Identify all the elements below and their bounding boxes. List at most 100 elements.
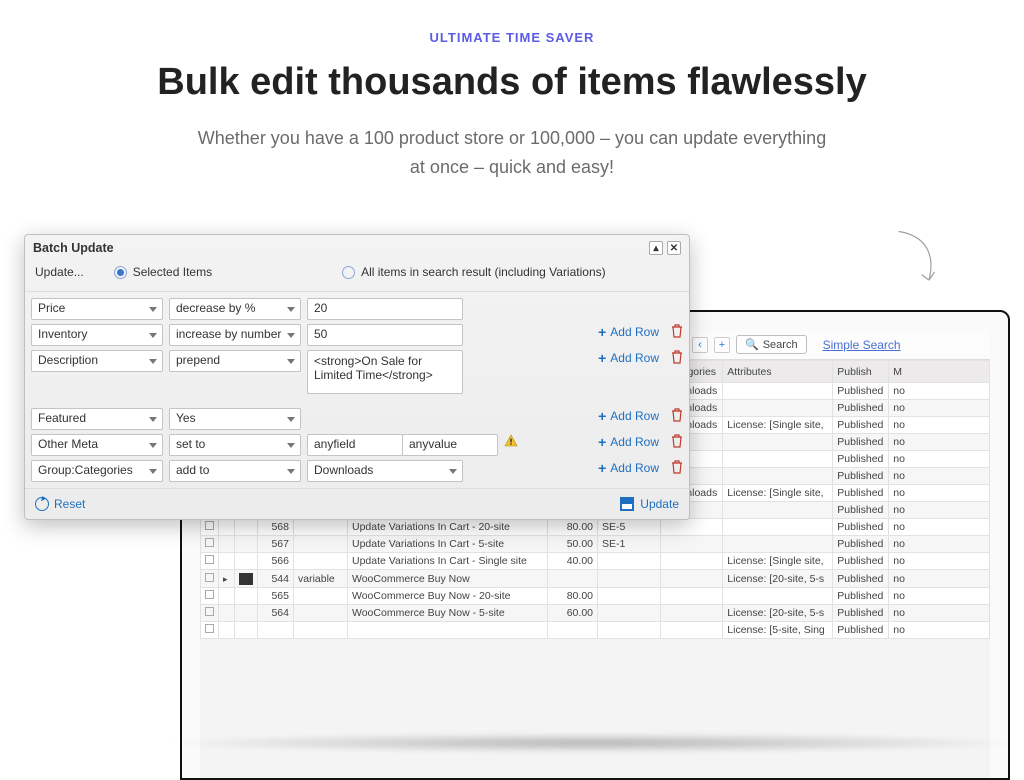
- cell-attr: [723, 451, 833, 468]
- reset-button[interactable]: Reset: [35, 497, 85, 511]
- rule-row: Featured Yes + Add Row: [31, 408, 683, 430]
- cell-type: [294, 536, 348, 553]
- operation-select[interactable]: Yes: [169, 408, 301, 430]
- update-button[interactable]: Update: [620, 497, 679, 511]
- field-select[interactable]: Price: [31, 298, 163, 320]
- cell-publish: Published: [833, 621, 889, 638]
- row-checkbox[interactable]: [201, 536, 219, 553]
- table-row[interactable]: 564WooCommerce Buy Now - 5-site60.00Lice…: [201, 604, 990, 621]
- cell-attr: [723, 502, 833, 519]
- field-select[interactable]: Featured: [31, 408, 163, 430]
- table-row[interactable]: 567Update Variations In Cart - 5-site50.…: [201, 536, 990, 553]
- add-icon[interactable]: +: [714, 337, 730, 353]
- cell-cat: [661, 570, 723, 587]
- table-row[interactable]: ▸544variableWooCommerce Buy NowLicense: …: [201, 570, 990, 587]
- cell-publish: Published: [833, 485, 889, 502]
- row-checkbox[interactable]: [201, 621, 219, 638]
- rule-row: Description prepend <strong>On Sale for Li…: [31, 350, 683, 394]
- add-row-button[interactable]: +Add Row: [598, 434, 659, 450]
- close-icon[interactable]: ✕: [667, 241, 681, 255]
- trash-icon[interactable]: [671, 324, 683, 338]
- trash-icon[interactable]: [671, 434, 683, 448]
- row-checkbox[interactable]: [201, 587, 219, 604]
- cell-m: no: [889, 570, 990, 587]
- row-checkbox[interactable]: [201, 570, 219, 587]
- cell-publish: Published: [833, 519, 889, 536]
- radio-all-items[interactable]: All items in search result (including Va…: [342, 265, 606, 279]
- row-expand[interactable]: [219, 536, 235, 553]
- meta-value-input[interactable]: anyvalue: [402, 434, 498, 456]
- cell-price: 40.00: [548, 553, 598, 570]
- cell-attr: License: [Single site,: [723, 417, 833, 434]
- table-row[interactable]: 566Update Variations In Cart - Single si…: [201, 553, 990, 570]
- trash-icon[interactable]: [671, 460, 683, 474]
- back-icon[interactable]: ‹: [692, 337, 708, 353]
- row-expand[interactable]: [219, 553, 235, 570]
- operation-select[interactable]: increase by number: [169, 324, 301, 346]
- field-select[interactable]: Inventory: [31, 324, 163, 346]
- field-select[interactable]: Group:Categories: [31, 460, 163, 482]
- cell-type: [294, 604, 348, 621]
- table-row[interactable]: 565WooCommerce Buy Now - 20-site80.00Pub…: [201, 587, 990, 604]
- page-subtitle: Whether you have a 100 product store or …: [192, 124, 832, 182]
- add-row-button[interactable]: +Add Row: [598, 460, 659, 476]
- radio-selected-items[interactable]: Selected Items: [114, 265, 212, 279]
- row-checkbox[interactable]: [201, 604, 219, 621]
- hero-section: ULTIMATE TIME SAVER Bulk edit thousands …: [0, 0, 1024, 202]
- value-select[interactable]: Downloads: [307, 460, 463, 482]
- add-row-button[interactable]: + Add Row: [598, 408, 659, 424]
- add-row-label: Add Row: [610, 325, 659, 339]
- simple-search-link[interactable]: Simple Search: [823, 338, 901, 352]
- add-row-label: Add Row: [610, 409, 659, 423]
- panel-footer: Reset Update: [25, 488, 689, 519]
- grid-header[interactable]: Attributes: [723, 361, 833, 383]
- table-row[interactable]: License: [5-site, SingPublishedno: [201, 621, 990, 638]
- plus-icon: +: [598, 408, 606, 424]
- panel-titlebar: Batch Update ▴ ✕: [25, 235, 689, 259]
- row-expand[interactable]: [219, 587, 235, 604]
- plus-icon: +: [598, 460, 606, 476]
- cell-m: no: [889, 383, 990, 400]
- cell-attr: License: [20-site, 5-s: [723, 570, 833, 587]
- trash-icon[interactable]: [671, 350, 683, 364]
- cell-id: 544: [258, 570, 294, 587]
- value-textarea[interactable]: <strong>On Sale for Limited Time</strong…: [307, 350, 463, 394]
- cell-m: no: [889, 485, 990, 502]
- row-checkbox[interactable]: [201, 553, 219, 570]
- grid-header[interactable]: M: [889, 361, 990, 383]
- operation-select[interactable]: prepend: [169, 350, 301, 372]
- cell-cat: [661, 621, 723, 638]
- cell-sku: SE-1: [598, 536, 661, 553]
- cell-type: [294, 553, 348, 570]
- operation-select[interactable]: decrease by %: [169, 298, 301, 320]
- operation-select[interactable]: set to: [169, 434, 301, 456]
- search-button[interactable]: 🔍 Search: [736, 335, 807, 354]
- operation-select[interactable]: add to: [169, 460, 301, 482]
- row-expand[interactable]: [219, 604, 235, 621]
- cell-m: no: [889, 587, 990, 604]
- table-row[interactable]: 568Update Variations In Cart - 20-site80…: [201, 519, 990, 536]
- cell-m: no: [889, 621, 990, 638]
- cell-type: variable: [294, 570, 348, 587]
- row-checkbox[interactable]: [201, 519, 219, 536]
- arrow-right-icon: [894, 226, 940, 292]
- grid-header[interactable]: Publish: [833, 361, 889, 383]
- value-input[interactable]: 20: [307, 298, 463, 320]
- field-select[interactable]: Other Meta: [31, 434, 163, 456]
- row-expand[interactable]: ▸: [219, 570, 235, 587]
- cell-type: [294, 587, 348, 604]
- cell-cat: [661, 587, 723, 604]
- cell-attr: License: [5-site, Sing: [723, 621, 833, 638]
- row-thumb: [235, 570, 258, 587]
- collapse-icon[interactable]: ▴: [649, 241, 663, 255]
- add-row-button[interactable]: +Add Row: [598, 324, 659, 340]
- value-input[interactable]: 50: [307, 324, 463, 346]
- trash-icon[interactable]: [671, 408, 683, 422]
- row-thumb: [235, 553, 258, 570]
- cell-id: 564: [258, 604, 294, 621]
- row-expand[interactable]: [219, 519, 235, 536]
- meta-key-input[interactable]: anyfield: [307, 434, 403, 456]
- row-expand[interactable]: [219, 621, 235, 638]
- add-row-button[interactable]: +Add Row: [598, 350, 659, 366]
- field-select[interactable]: Description: [31, 350, 163, 372]
